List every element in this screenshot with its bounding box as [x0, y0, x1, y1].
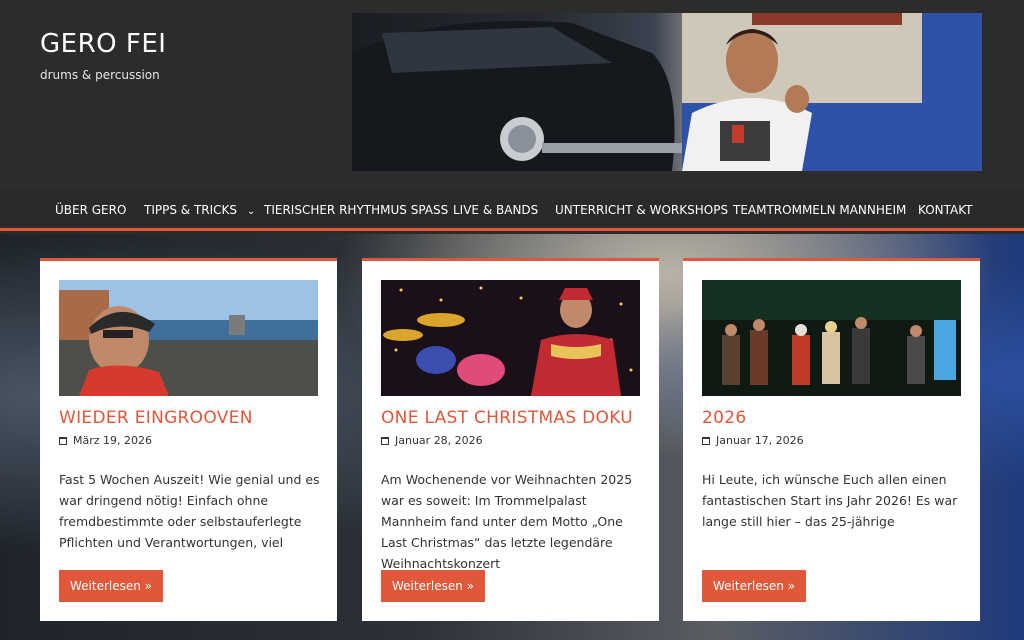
- post-title[interactable]: WIEDER EINGROOVEN: [59, 408, 253, 428]
- site-header: GERO FEI drums & percussion: [0, 0, 1024, 189]
- main-navigation: ÜBER GERO TIPPS & TRICKS ⌄ TIERISCHER RH…: [0, 189, 1024, 231]
- calendar-icon: [702, 436, 710, 445]
- nav-item-label: TIERISCHER RHYTHMUS SPASS: [264, 203, 449, 217]
- post-thumbnail[interactable]: [702, 280, 961, 396]
- post-date-text[interactable]: März 19, 2026: [73, 434, 152, 447]
- post-date-text[interactable]: Januar 28, 2026: [395, 434, 483, 447]
- nav-item-label: TIPPS & TRICKS: [144, 203, 238, 217]
- site-title[interactable]: GERO FEI: [40, 29, 166, 59]
- nav-item-tipps-tricks[interactable]: TIPPS & TRICKS ⌄: [144, 189, 255, 231]
- header-image: [352, 13, 982, 171]
- post-thumbnail[interactable]: [59, 280, 318, 396]
- post-title[interactable]: ONE LAST CHRISTMAS DOKU: [381, 408, 633, 428]
- nav-item-ueber-gero[interactable]: ÜBER GERO: [55, 189, 126, 231]
- site-description: drums & percussion: [40, 68, 160, 82]
- post-excerpt: Fast 5 Wochen Auszeit! Wie genial und es…: [59, 472, 320, 550]
- post-title[interactable]: 2026: [702, 408, 746, 428]
- read-more-button[interactable]: Weiterlesen »: [702, 570, 807, 602]
- post-card: ONE LAST CHRISTMAS DOKU Januar 28, 2026 …: [362, 258, 659, 621]
- nav-item-teamtrommeln-mannheim[interactable]: TEAMTROMMELN MANNHEIM: [733, 189, 906, 231]
- nav-item-tierischer-rhythmus-spass[interactable]: TIERISCHER RHYTHMUS SPASS: [264, 189, 448, 231]
- read-more-button[interactable]: Weiterlesen »: [59, 570, 164, 602]
- chevron-down-icon: ⌄: [246, 206, 256, 217]
- nav-item-label: KONTAKT: [918, 203, 973, 217]
- calendar-icon: [59, 436, 67, 445]
- post-excerpt: Am Wochenende vor Weihnachten 2025 war e…: [381, 472, 633, 571]
- post-excerpt: Hi Leute, ich wünsche Euch allen einen f…: [702, 472, 958, 529]
- post-thumbnail[interactable]: [381, 280, 640, 396]
- post-card: WIEDER EINGROOVEN März 19, 2026 Fast 5 W…: [40, 258, 337, 621]
- read-more-button[interactable]: Weiterlesen »: [381, 570, 486, 602]
- nav-item-label: LIVE & BANDS: [453, 203, 539, 217]
- post-date: Januar 17, 2026: [702, 434, 804, 447]
- nav-item-kontakt[interactable]: KONTAKT: [918, 189, 973, 231]
- post-date-text[interactable]: Januar 17, 2026: [716, 434, 804, 447]
- nav-item-label: ÜBER GERO: [55, 203, 127, 217]
- post-card: 2026 Januar 17, 2026 Hi Leute, ich wünsc…: [683, 258, 980, 621]
- nav-item-label: TEAMTROMMELN MANNHEIM: [733, 203, 907, 217]
- post-date: März 19, 2026: [59, 434, 152, 447]
- nav-item-label: UNTERRICHT & WORKSHOPS: [555, 203, 729, 217]
- nav-item-unterricht-workshops[interactable]: UNTERRICHT & WORKSHOPS: [555, 189, 728, 231]
- nav-item-live-bands[interactable]: LIVE & BANDS: [453, 189, 538, 231]
- calendar-icon: [381, 436, 389, 445]
- post-date: Januar 28, 2026: [381, 434, 483, 447]
